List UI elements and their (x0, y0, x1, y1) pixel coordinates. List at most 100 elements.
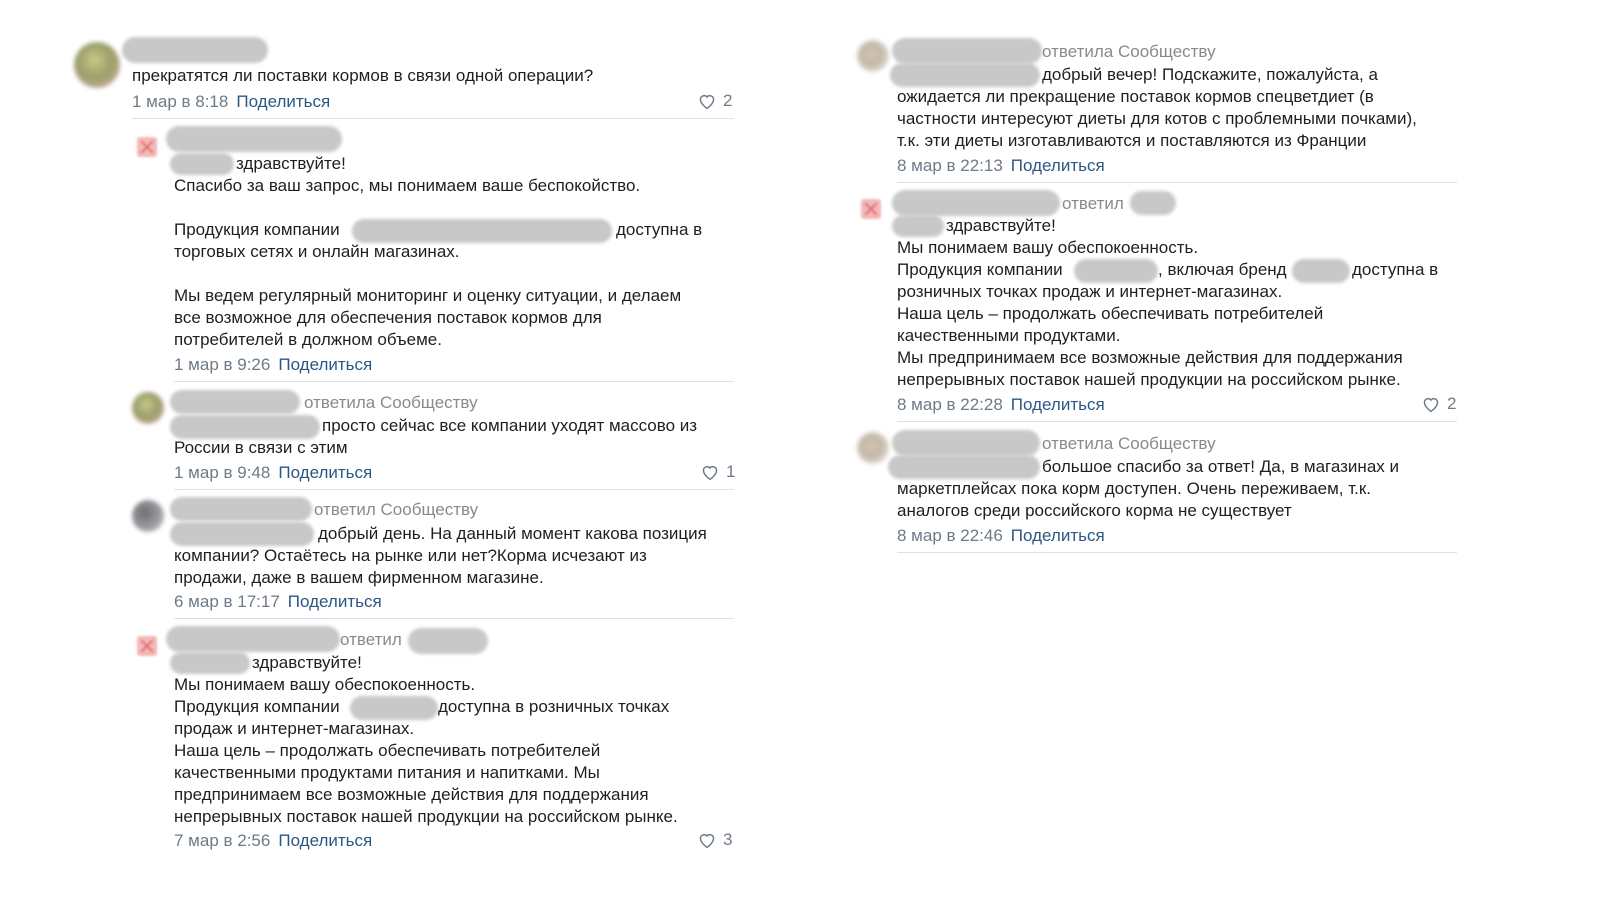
comment-text: Продукция компании (897, 260, 1063, 279)
like-count: 3 (723, 830, 733, 849)
avatar[interactable] (857, 40, 889, 72)
like-button[interactable]: 1 (700, 461, 735, 483)
author-name-redacted[interactable] (892, 430, 1040, 456)
share-button[interactable]: Поделиться (278, 463, 372, 482)
like-count: 1 (726, 462, 736, 481)
comment-text: добрый день. На данный момент какова поз… (318, 524, 707, 543)
author-name-redacted[interactable] (170, 497, 312, 521)
comment-text: Мы понимаем вашу обеспокоенность. (174, 675, 476, 694)
like-button[interactable]: 2 (697, 90, 732, 112)
avatar[interactable] (132, 392, 164, 424)
comment-date[interactable]: 1 мар в 9:48 (174, 463, 270, 482)
comment-date[interactable]: 6 мар в 17:17 (174, 592, 280, 611)
comment-meta: 6 мар в 17:17 Поделиться (174, 591, 382, 613)
comment-meta: 7 мар в 2:56 Поделиться (174, 830, 372, 852)
comment-greeting: здравствуйте! (946, 216, 1056, 235)
comment-text: Мы понимаем вашу обеспокоенность. (897, 238, 1199, 257)
reply-to-label[interactable]: ответила Сообществу (1042, 41, 1216, 63)
comment-text: доступна в (616, 220, 703, 239)
author-name-redacted[interactable] (166, 126, 342, 152)
company-name-redacted (1074, 259, 1158, 283)
separator (132, 118, 734, 119)
share-button[interactable]: Поделиться (1011, 395, 1105, 414)
comment-text: маркетплейсах пока корм доступен. Очень … (897, 479, 1372, 520)
comment-text: добрый вечер! Подскажите, пожалуйста, а (1042, 65, 1378, 84)
comment-text: ожидается ли прекращение поставок кормов… (897, 87, 1417, 150)
comment-text: , включая бренд (1158, 260, 1287, 279)
like-count: 2 (723, 91, 733, 110)
avatar[interactable] (132, 500, 164, 532)
heart-icon (1423, 397, 1439, 413)
author-name-redacted[interactable] (892, 38, 1042, 64)
author-name-redacted[interactable] (892, 190, 1060, 216)
comment-meta: 1 мар в 9:48 Поделиться (174, 462, 372, 484)
share-button[interactable]: Поделиться (1011, 156, 1105, 175)
comment-date[interactable]: 8 мар в 22:28 (897, 395, 1003, 414)
reply-to-label[interactable]: ответил (340, 629, 402, 651)
comment-meta: 1 мар в 8:18 Поделиться (132, 91, 330, 113)
comment-date[interactable]: 1 мар в 8:18 (132, 92, 228, 111)
share-button[interactable]: Поделиться (236, 92, 330, 111)
comment-text: большое спасибо за ответ! Да, в магазина… (1042, 457, 1399, 476)
comment-meta: 8 мар в 22:46 Поделиться (897, 525, 1105, 547)
reply-to-label[interactable]: ответила Сообществу (1042, 433, 1216, 455)
avatar[interactable] (857, 432, 889, 464)
brand-avatar-icon[interactable] (137, 137, 157, 157)
comment-text: России в связи с этим (174, 438, 348, 457)
separator (174, 618, 734, 619)
company-name-redacted (350, 696, 438, 720)
comment-greeting: здравствуйте! (252, 653, 362, 672)
like-button[interactable]: 3 (697, 829, 732, 851)
brand-avatar-icon[interactable] (861, 199, 881, 219)
addressee-name-redacted (170, 522, 314, 546)
comment-text: Спасибо за ваш запрос, мы понимаем ваше … (174, 176, 641, 195)
comment-greeting: здравствуйте! (236, 154, 346, 173)
separator (897, 552, 1457, 553)
heart-icon (699, 833, 715, 849)
share-button[interactable]: Поделиться (278, 355, 372, 374)
reply-to-label[interactable]: ответил Сообществу (314, 499, 478, 521)
separator (897, 182, 1457, 183)
comment-meta: 8 мар в 22:28 Поделиться (897, 394, 1105, 416)
share-button[interactable]: Поделиться (1011, 526, 1105, 545)
comment-date[interactable]: 8 мар в 22:46 (897, 526, 1003, 545)
comment-text: просто сейчас все компании уходят массов… (322, 416, 698, 435)
share-button[interactable]: Поделиться (278, 831, 372, 850)
comment-date[interactable]: 7 мар в 2:56 (174, 831, 270, 850)
share-button[interactable]: Поделиться (288, 592, 382, 611)
comment-date[interactable]: 1 мар в 9:26 (174, 355, 270, 374)
reply-to-label[interactable]: ответил (1062, 193, 1124, 215)
brand-avatar-icon[interactable] (137, 636, 157, 656)
comment-text: доступна в (1352, 260, 1439, 279)
like-count: 2 (1447, 394, 1457, 413)
addressee-name-redacted (170, 153, 234, 175)
author-name-redacted[interactable] (166, 626, 340, 652)
avatar[interactable] (74, 42, 120, 88)
separator (897, 421, 1457, 422)
comment-text: прекратятся ли поставки кормов в связи о… (132, 66, 594, 85)
comment-text: розничных точках продаж и интернет-магаз… (897, 282, 1403, 389)
addressee-name-redacted (1130, 191, 1176, 215)
comment-date[interactable]: 8 мар в 22:13 (897, 156, 1003, 175)
comment-text: продаж и интернет-магазинах. Наша цель –… (174, 719, 678, 826)
addressee-name-redacted (170, 652, 250, 674)
comment-text: компании? Остаётесь на рынке или нет?Кор… (174, 546, 647, 587)
addressee-name-redacted (170, 415, 320, 439)
author-name-redacted[interactable] (170, 390, 300, 414)
comment-text: Продукция компании (174, 220, 340, 239)
addressee-name-redacted (890, 63, 1040, 87)
brand-name-redacted (1292, 259, 1350, 283)
addressee-name-redacted (408, 628, 488, 654)
like-button[interactable]: 2 (1421, 393, 1456, 415)
comment-text: доступна в розничных точках (438, 697, 670, 716)
company-name-redacted (352, 219, 612, 243)
comment-text: Продукция компании (174, 697, 340, 716)
addressee-name-redacted (888, 455, 1040, 479)
reply-to-label[interactable]: ответила Сообществу (304, 392, 478, 414)
addressee-name-redacted (892, 215, 944, 237)
separator (174, 381, 734, 382)
author-name-redacted[interactable] (122, 37, 268, 63)
comment-meta: 1 мар в 9:26 Поделиться (174, 354, 372, 376)
separator (174, 489, 734, 490)
comment-meta: 8 мар в 22:13 Поделиться (897, 155, 1105, 177)
